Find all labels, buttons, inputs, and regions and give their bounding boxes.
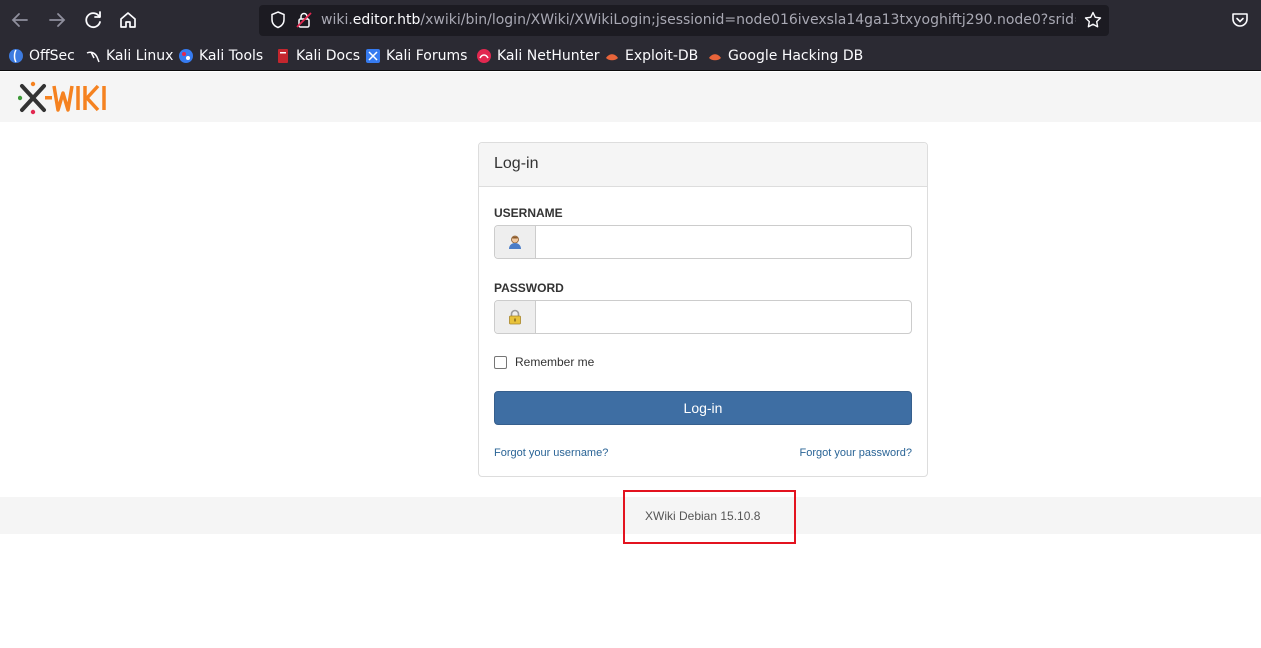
bookmark-offsec[interactable]: OffSec — [8, 46, 75, 66]
url-host: editor.htb — [352, 12, 421, 28]
user-icon — [509, 235, 521, 249]
xwiki-logo[interactable] — [18, 80, 128, 116]
login-panel-header: Log-in — [479, 143, 927, 187]
bookmark-kali-nethunter[interactable]: Kali NetHunter — [476, 46, 599, 66]
bookmark-label: Kali Forums — [386, 48, 468, 64]
bookmark-label: Kali Tools — [199, 48, 264, 64]
highlight-annotation-box — [623, 490, 796, 544]
forward-button[interactable] — [45, 8, 69, 32]
xwiki-header — [0, 72, 1261, 122]
login-panel: Log-in USERNAME PASSWORD Remember me Log… — [478, 142, 928, 477]
arrow-left-icon — [11, 13, 28, 27]
home-button[interactable] — [116, 8, 140, 32]
bookmark-kali-docs[interactable]: Kali Docs — [275, 46, 360, 66]
arrow-right-icon — [49, 13, 66, 27]
url-text[interactable]: wiki.editor.htb/xwiki/bin/login/XWiki/XW… — [321, 5, 1076, 36]
insecure-lock-icon[interactable] — [294, 10, 314, 30]
shield-icon[interactable] — [268, 10, 288, 30]
offsec-icon — [9, 49, 23, 63]
bookmark-label: Kali Linux — [106, 48, 174, 64]
username-input-group — [494, 225, 912, 259]
forgot-username-link[interactable]: Forgot your username? — [494, 447, 608, 459]
home-icon — [120, 12, 136, 28]
bookmark-label: Kali NetHunter — [497, 48, 600, 64]
bookmark-google-hacking-db[interactable]: Google Hacking DB — [707, 46, 863, 66]
url-bar[interactable]: wiki.editor.htb/xwiki/bin/login/XWiki/XW… — [259, 5, 1109, 36]
url-path: /xwiki/bin/login/XWiki/XWikiLogin;jsessi… — [420, 12, 1076, 28]
remember-me-checkbox[interactable] — [494, 355, 507, 369]
kali-dragon-icon — [86, 51, 100, 63]
bookmarks-bar: OffSec Kali Linux Kali Tools Kali Docs K… — [0, 40, 1261, 71]
url-prefix: wiki. — [321, 12, 353, 28]
reload-icon — [85, 11, 101, 29]
ghdb-icon — [709, 54, 721, 61]
username-addon — [495, 226, 536, 258]
password-label: PASSWORD — [494, 281, 564, 295]
exploitdb-icon — [606, 54, 618, 61]
padlock-icon — [509, 309, 521, 325]
forgot-password-link[interactable]: Forgot your password? — [800, 447, 913, 459]
bookmark-exploit-db[interactable]: Exploit-DB — [604, 46, 698, 66]
bookmark-label: Exploit-DB — [625, 48, 699, 64]
pocket-button[interactable] — [1228, 8, 1252, 32]
browser-toolbar: wiki.editor.htb/xwiki/bin/login/XWiki/XW… — [0, 0, 1261, 40]
bookmark-kali-linux[interactable]: Kali Linux — [85, 46, 173, 66]
username-label: USERNAME — [494, 206, 563, 220]
bookmark-label: OffSec — [29, 48, 75, 64]
bookmark-kali-forums[interactable]: Kali Forums — [365, 46, 467, 66]
reload-button[interactable] — [81, 8, 105, 32]
bookmark-label: Kali Docs — [296, 48, 361, 64]
password-addon — [495, 301, 536, 333]
username-input[interactable] — [537, 226, 911, 258]
login-button[interactable]: Log-in — [494, 391, 912, 425]
login-title: Log-in — [494, 155, 539, 172]
kali-docs-icon — [278, 49, 288, 63]
bookmark-kali-tools[interactable]: Kali Tools — [178, 46, 263, 66]
star-icon[interactable] — [1083, 10, 1103, 30]
bookmark-label: Google Hacking DB — [728, 48, 864, 64]
password-input-group — [494, 300, 912, 334]
remember-me-label: Remember me — [515, 355, 595, 369]
remember-me[interactable]: Remember me — [494, 355, 594, 369]
kali-tools-icon — [179, 49, 193, 63]
nethunter-icon — [477, 49, 491, 63]
password-input[interactable] — [537, 301, 911, 333]
back-button[interactable] — [8, 8, 32, 32]
pocket-icon — [1232, 13, 1248, 27]
kali-forums-icon — [366, 49, 380, 63]
